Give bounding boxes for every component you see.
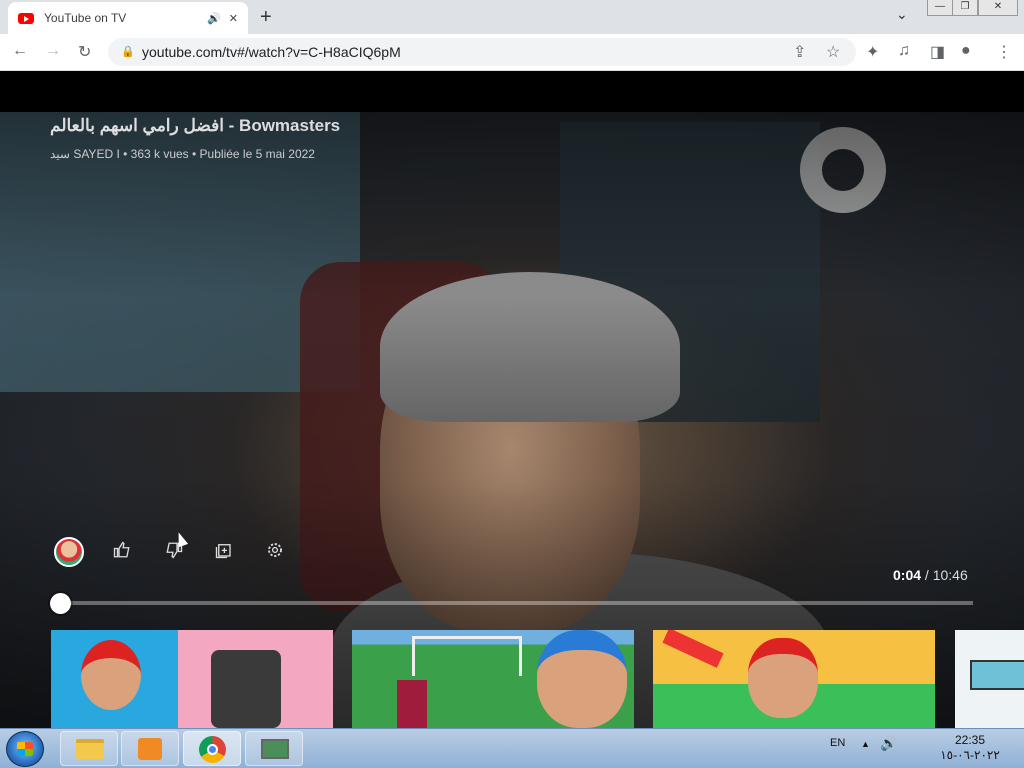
close-tab-icon[interactable]: ✕ bbox=[229, 12, 238, 25]
system-clock[interactable]: 22:35 ٢٠٢٢-٠٦-١٥ bbox=[930, 733, 1010, 763]
tab-strip: YouTube on TV 🔊 ✕ + ⌄ — ❐ ✕ bbox=[0, 0, 1024, 34]
thumbnail-shape bbox=[970, 660, 1024, 690]
monitor-icon bbox=[261, 739, 289, 759]
thumbnail-face bbox=[748, 638, 818, 718]
channel-avatar[interactable] bbox=[54, 537, 84, 567]
suggestion-thumbnail-4[interactable] bbox=[955, 630, 1024, 728]
time-separator: / bbox=[924, 567, 929, 583]
thumbnail-art bbox=[352, 630, 634, 728]
add-to-queue-icon[interactable] bbox=[213, 541, 235, 563]
reload-icon[interactable]: ↻ bbox=[78, 42, 91, 62]
thumbnail-art bbox=[653, 630, 935, 728]
taskbar-task-manager-button[interactable] bbox=[245, 731, 303, 766]
suggestion-thumbnail-1[interactable] bbox=[51, 630, 333, 728]
close-window-button[interactable]: ✕ bbox=[978, 0, 1018, 16]
thumbnail-art bbox=[51, 630, 333, 728]
speaker-icon[interactable]: 🔊 bbox=[207, 12, 221, 25]
clock-time: 22:35 bbox=[954, 733, 986, 747]
tab-search-chevron-icon[interactable]: ⌄ bbox=[896, 6, 908, 23]
thumbnail-goal bbox=[412, 636, 522, 676]
profile-icon[interactable]: ● bbox=[961, 42, 971, 60]
back-icon[interactable]: ← bbox=[12, 42, 28, 60]
tab-title: YouTube on TV bbox=[44, 11, 127, 25]
suggestion-thumbnail-2[interactable] bbox=[352, 630, 634, 728]
video-title: افضل رامي اسهم بالعالم - Bowmasters bbox=[50, 116, 341, 135]
windows-taskbar: EN ▲ 🔊 22:35 ٢٠٢٢-٠٦-١٥ bbox=[0, 728, 1024, 768]
browser-toolbar: ← → ↻ 🔒 youtube.com/tv#/watch?v=C-H8aCIQ… bbox=[0, 34, 1024, 71]
language-indicator[interactable]: EN bbox=[830, 737, 845, 749]
current-time: 0:04 bbox=[893, 567, 922, 583]
thumbnail-face bbox=[537, 630, 627, 728]
tab-youtube-on-tv[interactable]: YouTube on TV 🔊 ✕ bbox=[8, 2, 248, 34]
menu-kebab-icon[interactable]: ⋮ bbox=[996, 42, 1012, 62]
media-player-icon bbox=[138, 738, 162, 760]
forward-icon[interactable]: → bbox=[45, 42, 61, 60]
folder-icon bbox=[76, 739, 104, 759]
restore-button[interactable]: ❐ bbox=[952, 0, 978, 16]
bookmark-star-icon[interactable]: ☆ bbox=[826, 42, 840, 62]
progress-bar[interactable] bbox=[60, 601, 973, 605]
show-hidden-icons-icon[interactable]: ▲ bbox=[861, 739, 870, 749]
taskbar-chrome-button[interactable] bbox=[183, 731, 241, 766]
duration: 10:46 bbox=[932, 567, 968, 583]
like-icon[interactable] bbox=[111, 541, 133, 563]
thumbnail-arrow bbox=[662, 630, 724, 668]
time-display: 0:04 / 10:46 bbox=[893, 567, 968, 583]
lock-icon: 🔒 bbox=[121, 46, 135, 58]
thumbnail-player bbox=[397, 680, 427, 728]
taskbar-media-player-button[interactable] bbox=[121, 731, 179, 766]
progress-scrubber-handle[interactable] bbox=[50, 593, 71, 614]
start-button[interactable] bbox=[6, 731, 44, 767]
thumbnail-art bbox=[955, 630, 1024, 728]
taskbar-explorer-button[interactable] bbox=[60, 731, 118, 766]
top-letterbox bbox=[0, 71, 1024, 112]
youtube-logo-icon bbox=[18, 12, 34, 24]
chrome-icon-center bbox=[207, 744, 218, 755]
chrome-icon bbox=[199, 736, 226, 763]
media-control-icon[interactable]: ♫ bbox=[898, 42, 910, 60]
share-icon[interactable]: ⇪ bbox=[793, 42, 806, 62]
suggestion-thumbnail-3[interactable] bbox=[653, 630, 935, 728]
new-tab-button[interactable]: + bbox=[260, 6, 272, 29]
side-panel-icon[interactable]: ◨ bbox=[930, 42, 945, 62]
extensions-icon[interactable]: ✦ bbox=[866, 42, 879, 62]
video-meta: سيد SAYED I • 363 k vues • Publiée le 5 … bbox=[50, 147, 315, 161]
thumbnail-horse bbox=[211, 650, 281, 728]
thumbnail-face bbox=[81, 640, 141, 710]
minimize-button[interactable]: — bbox=[927, 0, 953, 16]
settings-icon[interactable] bbox=[264, 541, 286, 563]
clock-date: ٢٠٢٢-٠٦-١٥ bbox=[940, 748, 1000, 762]
address-bar[interactable]: 🔒 youtube.com/tv#/watch?v=C-H8aCIQ6pM bbox=[108, 38, 856, 66]
volume-icon[interactable]: 🔊 bbox=[880, 735, 897, 752]
url-text: youtube.com/tv#/watch?v=C-H8aCIQ6pM bbox=[142, 44, 401, 60]
